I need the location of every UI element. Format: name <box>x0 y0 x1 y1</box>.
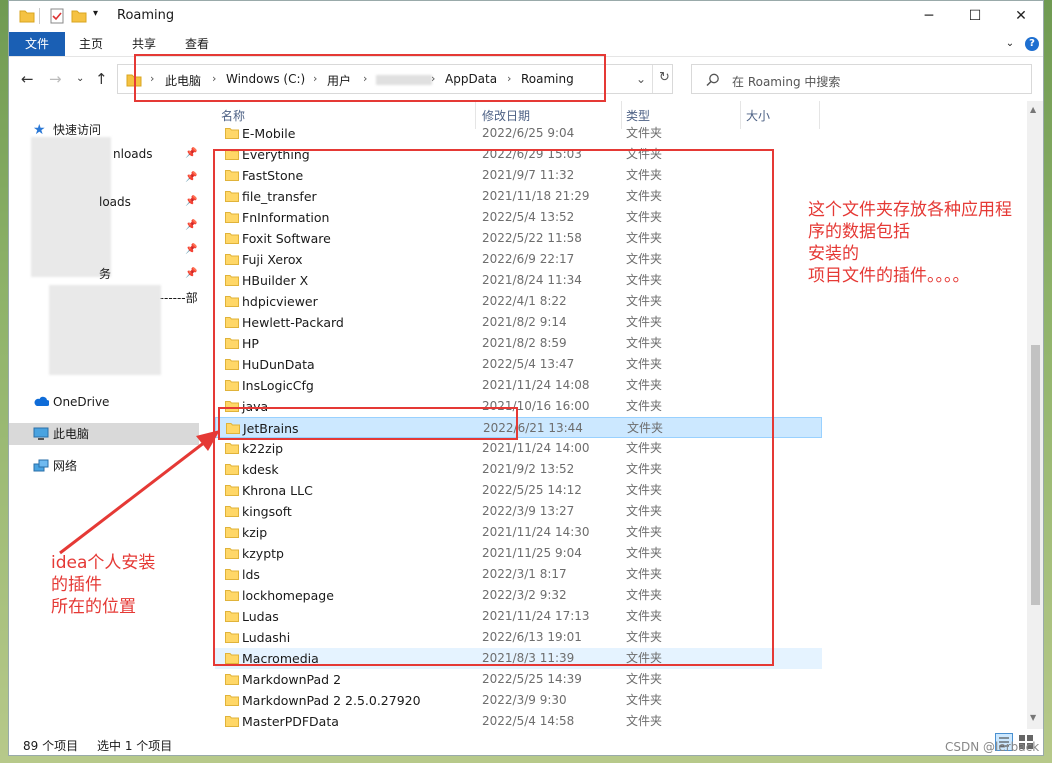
annotation-note-left: idea个人安装 的插件 所在的位置 <box>51 553 156 617</box>
annotation-arrow <box>59 430 220 555</box>
annotation-note-right: 这个文件夹存放各种应用程 序的数据包括 安装的 项目文件的插件。。。。 <box>808 200 1012 286</box>
watermark: CSDN @lerback <box>945 740 1040 754</box>
